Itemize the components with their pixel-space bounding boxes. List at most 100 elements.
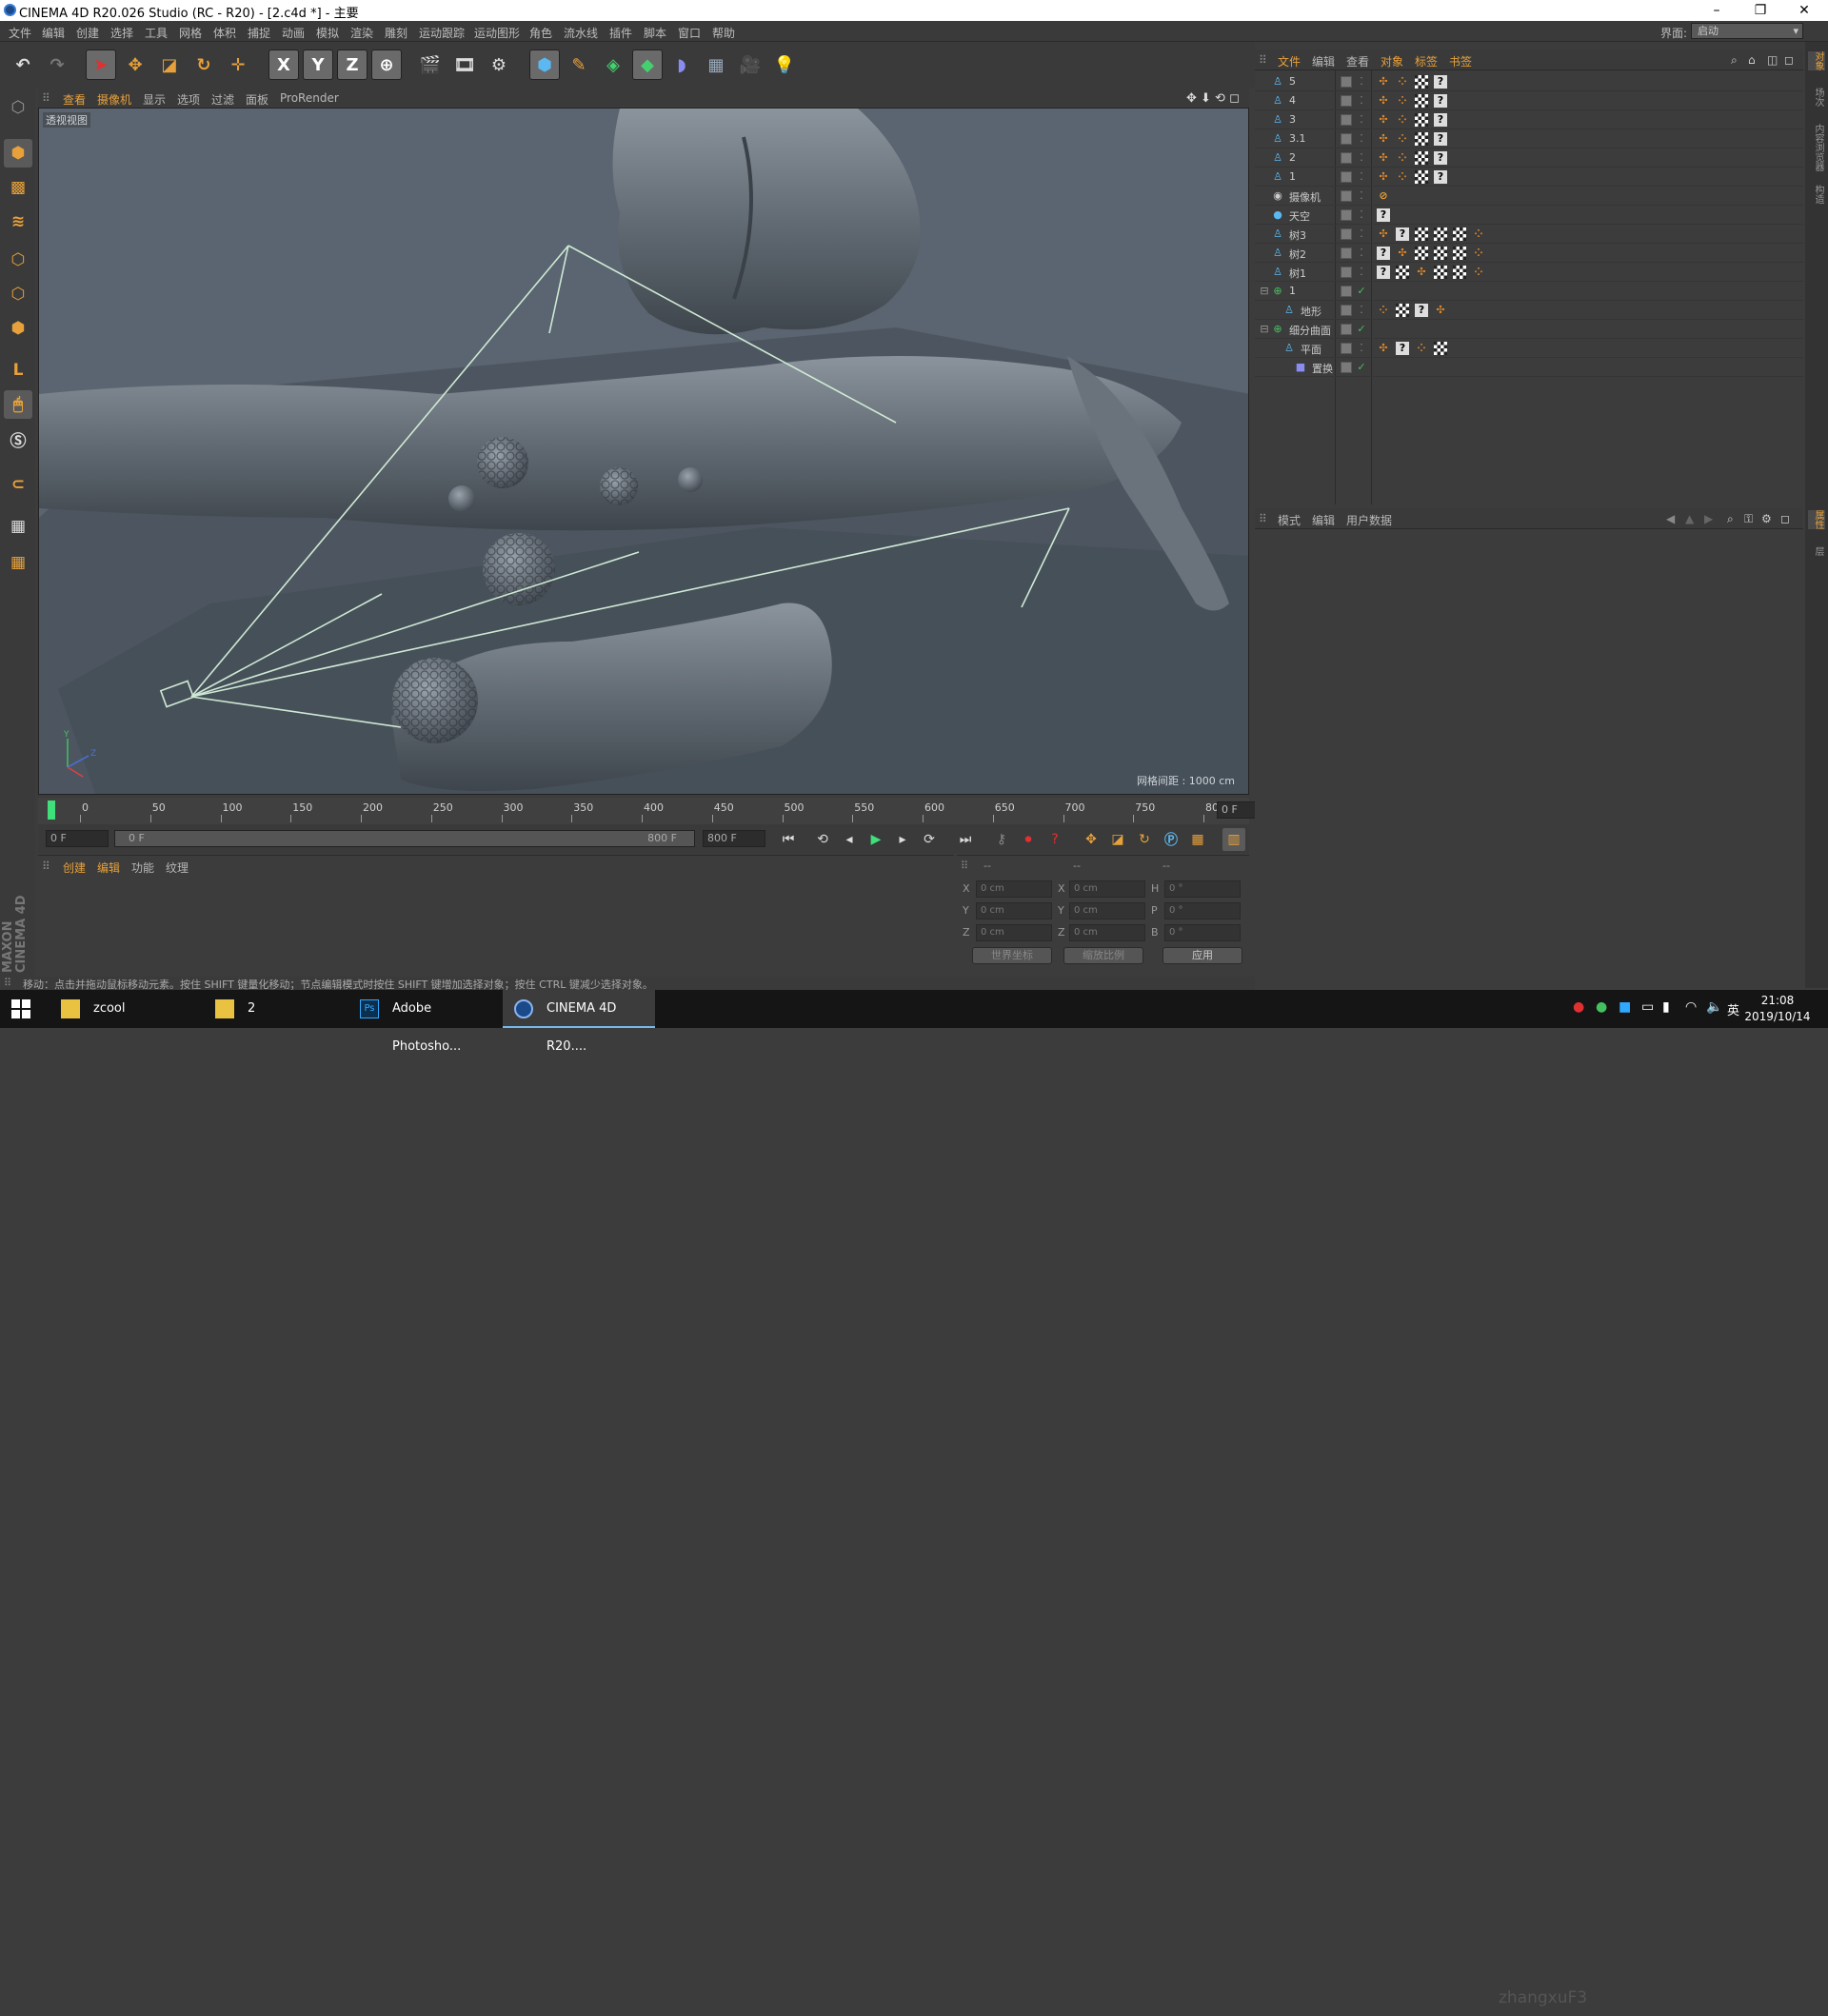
deformer-button[interactable]: ◗ [666, 49, 697, 80]
windows-start-icon[interactable] [11, 999, 30, 1018]
panel-menu-icon[interactable]: ◻ [1780, 512, 1790, 525]
menu-create[interactable]: 创建 [76, 25, 99, 41]
previous-key-button[interactable]: ⟲ [811, 828, 834, 851]
tray-network-icon[interactable]: ▭ [1641, 999, 1654, 1015]
layer-flag[interactable] [1341, 190, 1352, 202]
visibility-toggle-icon[interactable]: ⁚ [1356, 227, 1367, 240]
material-checker-tag-icon[interactable] [1434, 342, 1447, 355]
attributes-menu-mode[interactable]: 模式 [1278, 512, 1301, 528]
snap-button[interactable]: ⊂ [4, 470, 32, 499]
object-row[interactable]: ♙ 树3 ⁚ ✣? ⁘ [1255, 225, 1803, 244]
pen-button[interactable]: ✎ [564, 49, 594, 80]
phong-tag-icon[interactable]: ✣ [1377, 75, 1390, 89]
menu-plugins[interactable]: 插件 [609, 25, 632, 41]
perspective-viewport[interactable]: Y Z 透视视图 网格间距 : 1000 cm [38, 108, 1249, 795]
unknown-tag-icon[interactable]: ? [1434, 94, 1447, 108]
object-row[interactable]: ⊟ ⊕ 细分曲面 ✓ [1255, 320, 1803, 339]
material-checker-tag-icon[interactable] [1434, 227, 1447, 241]
tray-wechat-icon[interactable]: ● [1596, 999, 1607, 1015]
up-arrow-icon[interactable]: ▲ [1685, 512, 1694, 525]
x-axis-button[interactable]: X [268, 49, 299, 80]
expand-toggle-icon[interactable]: ⊟ [1259, 323, 1270, 335]
position-z-field[interactable]: 0 cm [976, 924, 1052, 941]
visibility-toggle-icon[interactable]: ⁚ [1356, 132, 1367, 145]
lock-icon[interactable]: ⚿ [1744, 512, 1753, 526]
object-name[interactable]: 3 [1289, 113, 1296, 126]
material-menu-texture[interactable]: 纹理 [166, 860, 189, 876]
viewport-menu-filter[interactable]: 过滤 [211, 91, 234, 108]
coordinate-system-button[interactable]: ⊕ [371, 49, 402, 80]
menu-sculpt[interactable]: 雕刻 [385, 25, 407, 41]
solo-button[interactable]: Ⓢ [4, 425, 32, 453]
layer-flag[interactable] [1341, 95, 1352, 107]
menu-edit[interactable]: 编辑 [42, 25, 65, 41]
key-rotation-button[interactable]: ↻ [1133, 828, 1156, 851]
object-name[interactable]: 1 [1289, 285, 1296, 297]
points-mode-button[interactable]: ⬡ [4, 246, 32, 274]
next-key-button[interactable]: ⟳ [918, 828, 941, 851]
go-to-start-button[interactable]: ⏮ [777, 828, 800, 851]
end-frame-field[interactable]: 800 F [703, 830, 765, 847]
go-to-end-button[interactable]: ⏭ [954, 828, 977, 851]
material-checker-tag-icon[interactable] [1415, 247, 1428, 260]
object-row[interactable]: ♙ 1 ⁚ ✣ ⁘? [1255, 168, 1803, 187]
objects-menu-file[interactable]: 文件 [1278, 53, 1301, 69]
viewport-menu-camera[interactable]: 摄像机 [97, 91, 131, 108]
object-row[interactable]: ♙ 平面 ⁚ ✣? ⁘ [1255, 339, 1803, 358]
key-pla-button[interactable]: ▦ [1186, 828, 1209, 851]
menu-render[interactable]: 渲染 [350, 25, 373, 41]
visibility-toggle-icon[interactable]: ✓ [1356, 285, 1367, 297]
object-row[interactable]: ♙ 地形 ⁚ ⁘? ✣ [1255, 301, 1803, 320]
menu-volume[interactable]: 体积 [213, 25, 236, 41]
tab-layers[interactable]: 层 [1808, 546, 1825, 556]
timeline-ruler[interactable]: 0 50 100 150 200 250 300 350 400 450 500 550 600 650 7… [38, 798, 1283, 824]
new-window-icon[interactable]: ◫ [1767, 53, 1778, 67]
viewport-menu-panel[interactable]: 面板 [246, 91, 268, 108]
phong-tag-icon[interactable]: ✣ [1377, 227, 1390, 241]
visibility-toggle-icon[interactable]: ⁚ [1356, 342, 1367, 354]
size-y-field[interactable]: 0 cm [1069, 902, 1145, 919]
menu-snap[interactable]: 捕捉 [248, 25, 270, 41]
rotate-tool-button[interactable]: ↻ [189, 49, 219, 80]
phong-tag-icon[interactable]: ✣ [1377, 342, 1390, 355]
tray-qq-icon[interactable]: ● [1573, 999, 1584, 1015]
object-name[interactable]: 树1 [1289, 266, 1306, 281]
phong-tag-icon[interactable]: ✣ [1415, 266, 1428, 279]
close-button[interactable]: ✕ [1782, 0, 1826, 21]
undo-button[interactable]: ↶ [8, 49, 38, 80]
menu-motion-tracking[interactable]: 运动跟踪 [419, 25, 465, 41]
scale-tool-button[interactable]: ◪ [154, 49, 185, 80]
objects-menu-view[interactable]: 查看 [1346, 53, 1369, 69]
material-checker-tag-icon[interactable] [1434, 247, 1447, 260]
uv-tag-icon[interactable]: ⁘ [1396, 94, 1409, 108]
make-editable-button[interactable]: ⬡ [4, 93, 32, 122]
object-row[interactable]: ◉ 摄像机 ⁚ ⊘ [1255, 187, 1803, 206]
unknown-tag-icon[interactable]: ? [1434, 113, 1447, 127]
objects-menu-tags[interactable]: 标签 [1415, 53, 1438, 69]
restore-button[interactable]: ❐ [1739, 0, 1782, 21]
material-checker-tag-icon[interactable] [1434, 266, 1447, 279]
taskbar-item-2[interactable]: 2 [204, 990, 347, 1028]
move-tool-button[interactable]: ✥ [120, 49, 150, 80]
viewport-menu-view[interactable]: 查看 [63, 91, 86, 108]
key-scale-button[interactable]: ◪ [1106, 828, 1129, 851]
material-checker-tag-icon[interactable] [1415, 227, 1428, 241]
record-keys-button[interactable]: ⚷ [990, 828, 1013, 851]
object-name[interactable]: 置换 [1312, 361, 1333, 376]
object-name[interactable]: 天空 [1289, 208, 1310, 224]
menu-mesh[interactable]: 网格 [179, 25, 202, 41]
object-row[interactable]: ⊟ ⊕ 1 ✓ [1255, 282, 1803, 301]
material-checker-tag-icon[interactable] [1415, 132, 1428, 146]
tray-battery-icon[interactable]: ▮ [1662, 999, 1670, 1015]
menu-character[interactable]: 角色 [529, 25, 552, 41]
uv-tag-icon[interactable]: ⁘ [1396, 151, 1409, 165]
visibility-toggle-icon[interactable]: ⁚ [1356, 94, 1367, 107]
viewport-menu-options[interactable]: 选项 [177, 91, 200, 108]
planar-workplane-button[interactable]: ▦ [4, 548, 32, 577]
tab-objects[interactable]: 对象 [1808, 51, 1825, 70]
apply-button[interactable]: 应用 [1162, 947, 1242, 964]
material-menu-edit[interactable]: 编辑 [97, 860, 120, 876]
attributes-menu-user-data[interactable]: 用户数据 [1346, 512, 1392, 528]
tab-content-browser[interactable]: 内容浏览器 [1808, 124, 1825, 171]
objects-menu-bookmarks[interactable]: 书签 [1449, 53, 1472, 69]
